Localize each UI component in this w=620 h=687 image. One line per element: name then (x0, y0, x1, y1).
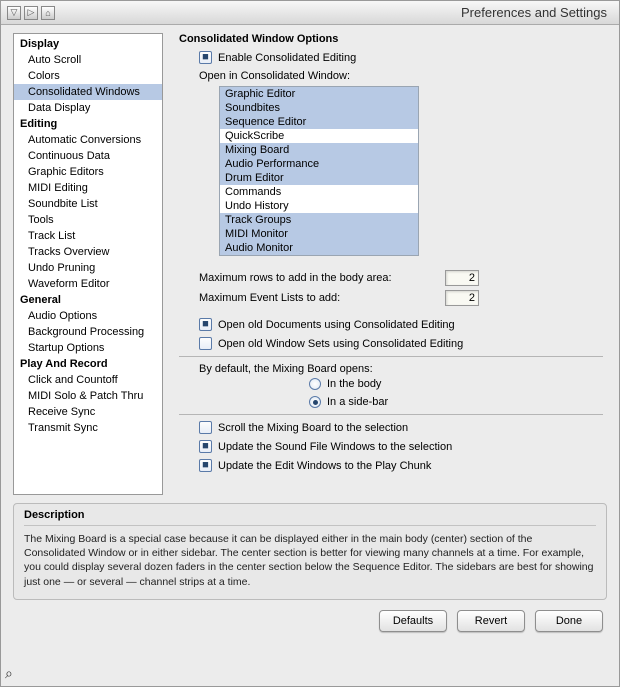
content: DisplayAuto ScrollColorsConsolidated Win… (1, 25, 619, 686)
mix-sidebar-label: In a side-bar (327, 396, 388, 408)
sidebar-item[interactable]: Waveform Editor (14, 276, 162, 292)
button-bar: Defaults Revert Done (13, 600, 607, 636)
old-docs-checkbox[interactable]: ■ (199, 318, 212, 331)
update-edit-checkbox[interactable]: ■ (199, 459, 212, 472)
sidebar-item[interactable]: Background Processing (14, 324, 162, 340)
sidebar-item[interactable]: Colors (14, 68, 162, 84)
sidebar-item[interactable]: Soundbite List (14, 196, 162, 212)
zoom-window-button[interactable]: ⌂ (41, 6, 55, 20)
update-sf-checkbox[interactable]: ■ (199, 440, 212, 453)
open-list-item[interactable]: Audio Monitor (220, 241, 418, 255)
open-list-item[interactable]: Sequence Editor (220, 115, 418, 129)
max-lists-label: Maximum Event Lists to add: (199, 292, 435, 304)
description-title: Description (24, 509, 596, 521)
upper-area: DisplayAuto ScrollColorsConsolidated Win… (13, 25, 607, 495)
done-button[interactable]: Done (535, 610, 603, 632)
titlebar: ▽ ▷ ⌂ Preferences and Settings (1, 1, 619, 25)
open-list-item[interactable]: Soundbites (220, 101, 418, 115)
open-list-item[interactable]: Undo History (220, 199, 418, 213)
sidebar-item[interactable]: Tracks Overview (14, 244, 162, 260)
sidebar-item[interactable]: Transmit Sync (14, 420, 162, 436)
mix-body-label: In the body (327, 378, 381, 390)
mix-sidebar-radio[interactable] (309, 396, 321, 408)
old-sets-checkbox[interactable]: ■ (199, 337, 212, 350)
enable-consolidated-row: ■ Enable Consolidated Editing (199, 51, 603, 64)
magnifier-icon: ⌕ (5, 665, 13, 682)
max-lists-field[interactable] (445, 290, 479, 306)
old-docs-label: Open old Documents using Consolidated Ed… (218, 319, 455, 331)
options-panel: Consolidated Window Options ■ Enable Con… (175, 25, 607, 495)
max-rows-label: Maximum rows to add in the body area: (199, 272, 435, 284)
sidebar-item[interactable]: Track List (14, 228, 162, 244)
sidebar-item[interactable]: Consolidated Windows (14, 84, 162, 100)
open-list-item[interactable]: Audio Performance (220, 157, 418, 171)
open-in-listbox[interactable]: Graphic EditorSoundbitesSequence EditorQ… (219, 86, 419, 256)
sidebar-item[interactable]: Audio Options (14, 308, 162, 324)
mix-body-row: In the body (309, 378, 603, 390)
old-sets-row: ■ Open old Window Sets using Consolidate… (199, 337, 603, 350)
sidebar-item[interactable]: Automatic Conversions (14, 132, 162, 148)
max-rows-field[interactable] (445, 270, 479, 286)
open-list-wrap: Graphic EditorSoundbitesSequence EditorQ… (219, 86, 603, 256)
sidebar-item[interactable]: Click and Countoff (14, 372, 162, 388)
preferences-window: ▽ ▷ ⌂ Preferences and Settings DisplayAu… (0, 0, 620, 687)
defaults-button[interactable]: Defaults (379, 610, 447, 632)
enable-consolidated-label: Enable Consolidated Editing (218, 52, 356, 64)
mix-body-radio[interactable] (309, 378, 321, 390)
open-list-item[interactable]: QuickScribe (220, 129, 418, 143)
minimize-window-button[interactable]: ▷ (24, 6, 38, 20)
sidebar-item[interactable]: Auto Scroll (14, 52, 162, 68)
sidebar-item[interactable]: Receive Sync (14, 404, 162, 420)
sidebar-item[interactable]: Undo Pruning (14, 260, 162, 276)
sidebar-item[interactable]: Tools (14, 212, 162, 228)
max-lists-row: Maximum Event Lists to add: (199, 290, 603, 306)
max-rows-row: Maximum rows to add in the body area: (199, 270, 603, 286)
category-sidebar[interactable]: DisplayAuto ScrollColorsConsolidated Win… (13, 33, 163, 495)
open-list-item[interactable]: Drum Editor (220, 171, 418, 185)
scroll-mix-row: ■ Scroll the Mixing Board to the selecti… (199, 421, 603, 434)
open-list-item[interactable]: MIDI Monitor (220, 227, 418, 241)
panel-heading: Consolidated Window Options (179, 33, 603, 45)
close-window-button[interactable]: ▽ (7, 6, 21, 20)
revert-button[interactable]: Revert (457, 610, 525, 632)
sidebar-item[interactable]: MIDI Editing (14, 180, 162, 196)
sidebar-item[interactable]: MIDI Solo & Patch Thru (14, 388, 162, 404)
open-list-item[interactable]: Mixing Board (220, 143, 418, 157)
scroll-mix-checkbox[interactable]: ■ (199, 421, 212, 434)
description-divider (24, 525, 596, 526)
sidebar-item[interactable]: Graphic Editors (14, 164, 162, 180)
open-list-item[interactable]: Track Groups (220, 213, 418, 227)
description-block: Description The Mixing Board is a specia… (13, 503, 607, 600)
sidebar-item[interactable]: Data Display (14, 100, 162, 116)
update-sf-row: ■ Update the Sound File Windows to the s… (199, 440, 603, 453)
open-list-item[interactable]: Graphic Editor (220, 87, 418, 101)
open-in-label: Open in Consolidated Window: (199, 70, 603, 82)
sidebar-category: Display (14, 36, 162, 52)
description-text: The Mixing Board is a special case becau… (24, 532, 596, 589)
sidebar-category: General (14, 292, 162, 308)
mix-default-label: By default, the Mixing Board opens: (199, 363, 603, 375)
sidebar-category: Play And Record (14, 356, 162, 372)
open-list-item[interactable]: Commands (220, 185, 418, 199)
old-docs-row: ■ Open old Documents using Consolidated … (199, 318, 603, 331)
update-edit-row: ■ Update the Edit Windows to the Play Ch… (199, 459, 603, 472)
update-sf-label: Update the Sound File Windows to the sel… (218, 441, 452, 453)
update-edit-label: Update the Edit Windows to the Play Chun… (218, 460, 431, 472)
sidebar-item[interactable]: Startup Options (14, 340, 162, 356)
enable-consolidated-checkbox[interactable]: ■ (199, 51, 212, 64)
window-title: Preferences and Settings (461, 5, 613, 20)
sidebar-item[interactable]: Continuous Data (14, 148, 162, 164)
scroll-mix-label: Scroll the Mixing Board to the selection (218, 422, 408, 434)
sidebar-category: Editing (14, 116, 162, 132)
mix-sidebar-row: In a side-bar (309, 396, 603, 408)
old-sets-label: Open old Window Sets using Consolidated … (218, 338, 463, 350)
